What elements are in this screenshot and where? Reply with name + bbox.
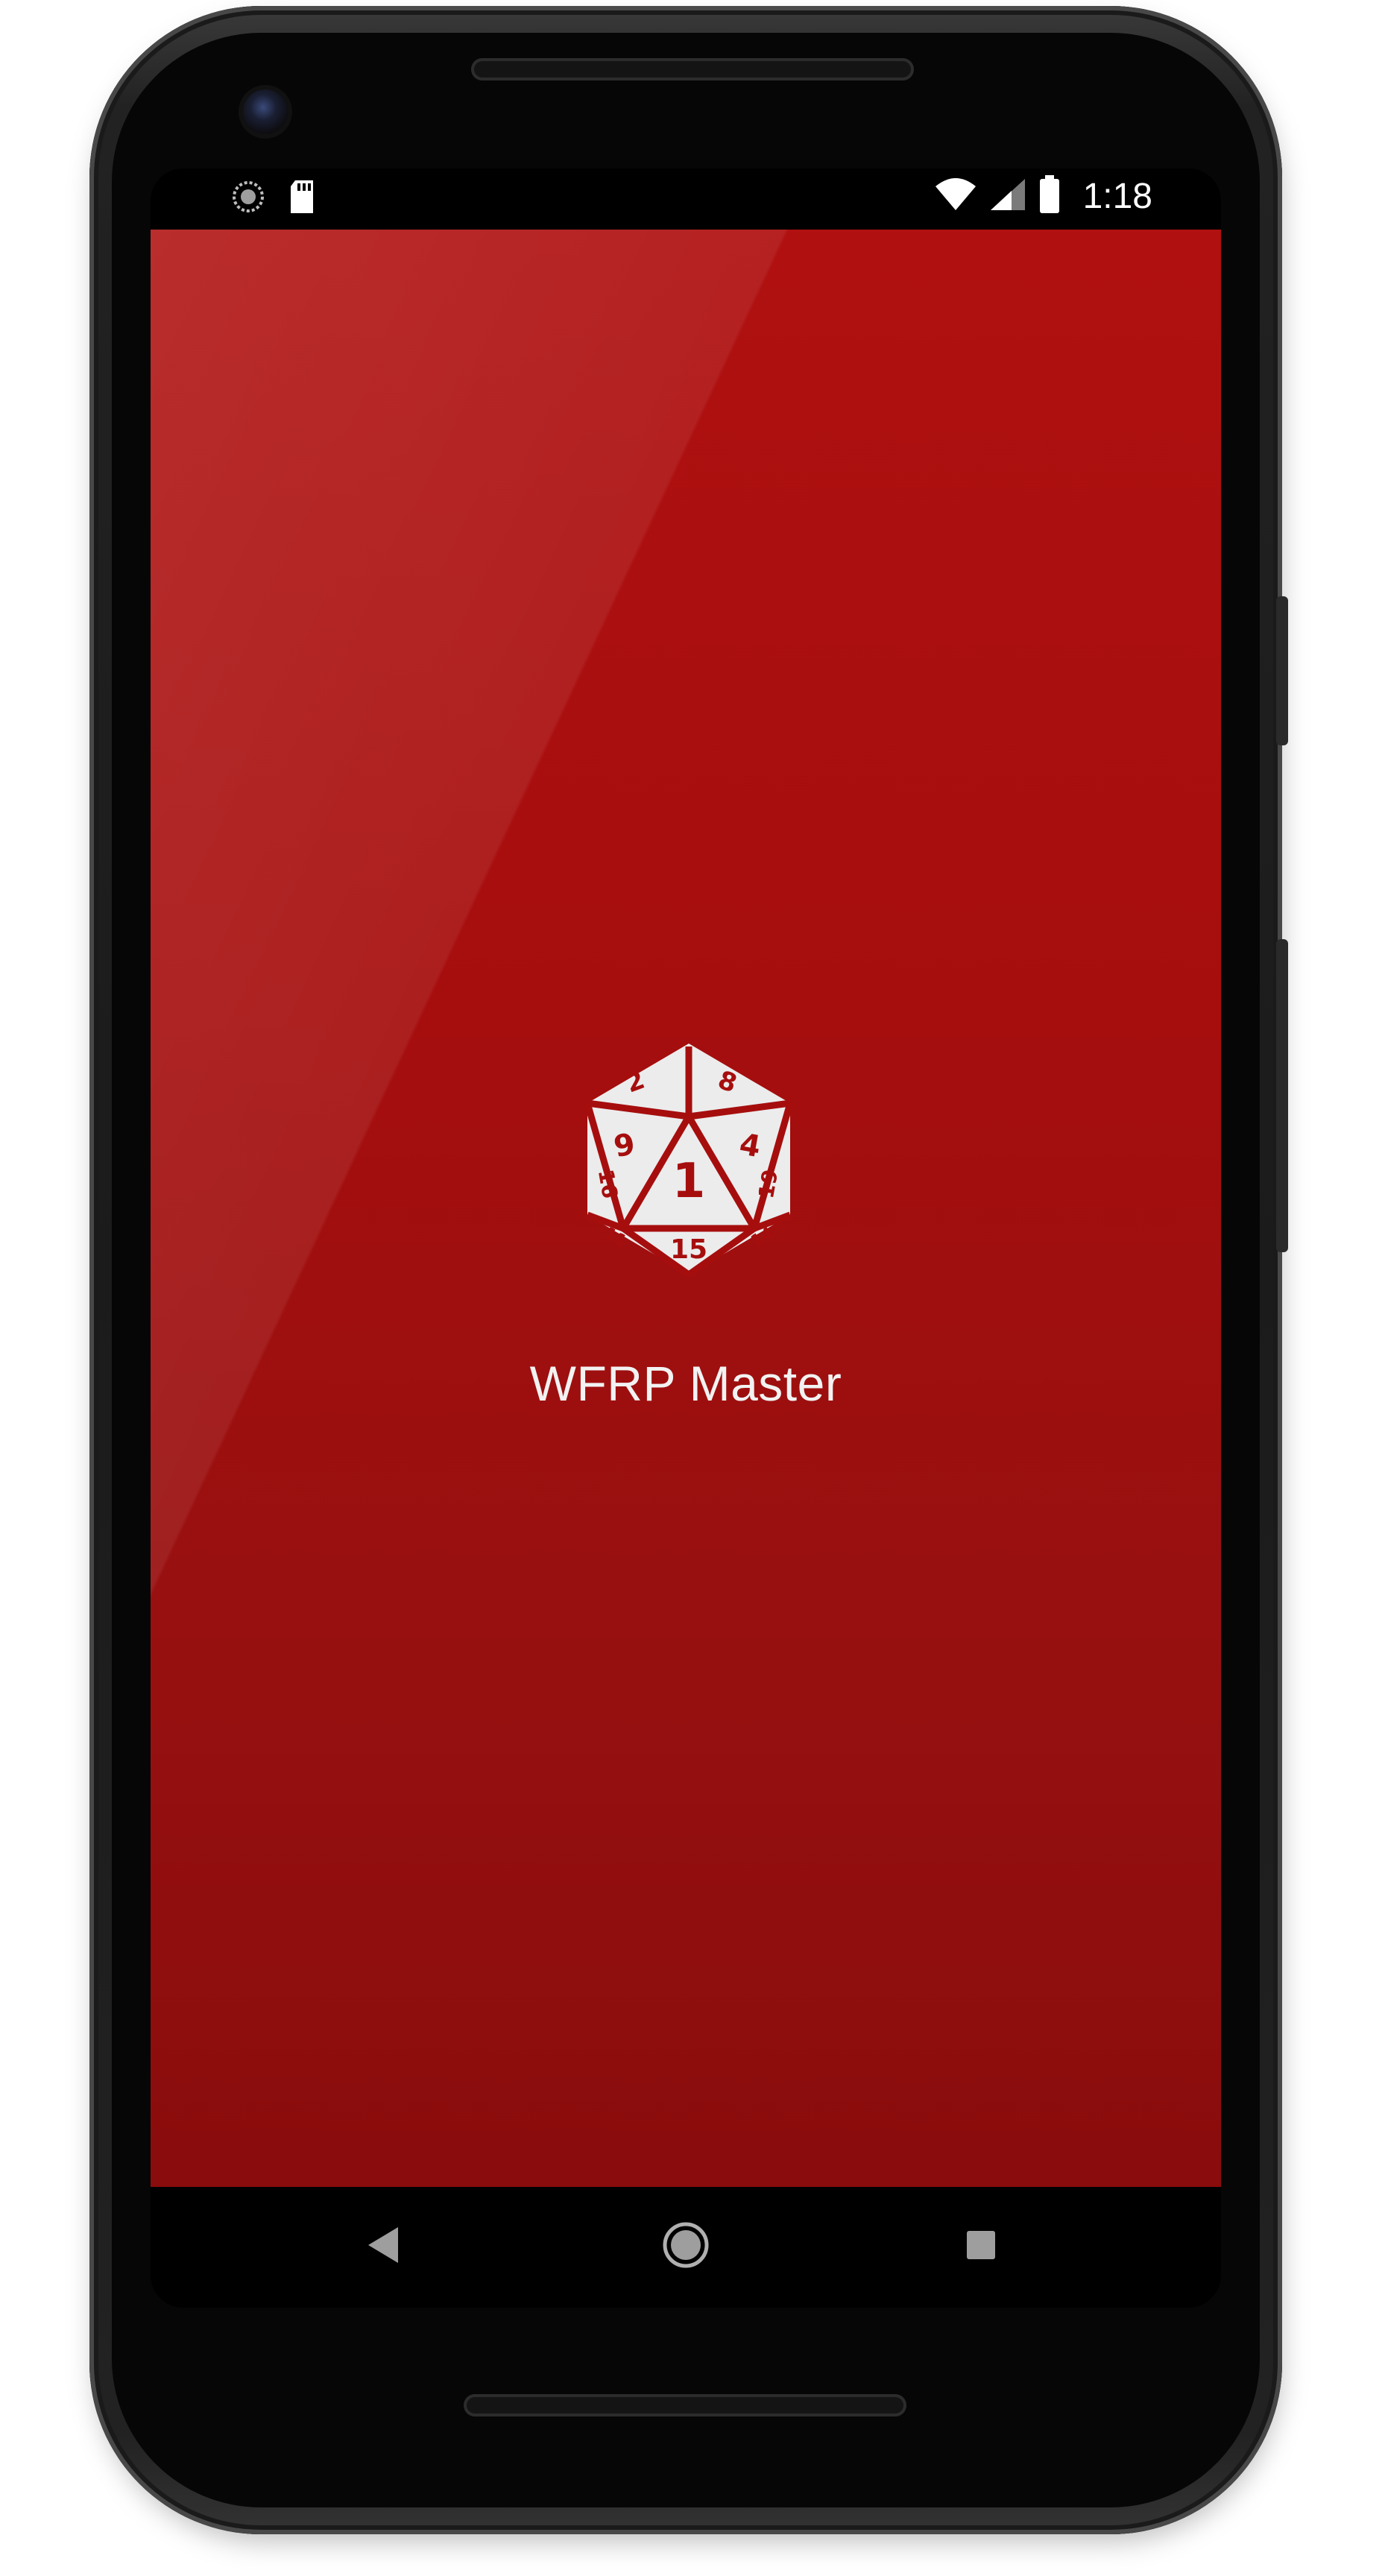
navigation-bar [151,2187,1221,2308]
wifi-icon [934,177,977,215]
back-button[interactable] [346,2209,420,2284]
svg-text:15: 15 [670,1234,707,1265]
back-icon [365,2226,401,2267]
power-button [1276,596,1288,745]
sync-icon [231,180,265,217]
top-speaker [471,58,914,80]
screen: 1:18 1 2 8 9 4 16 19 15 11 14 WFRP Maste… [151,168,1221,2308]
volume-button [1276,939,1288,1252]
signal-icon [989,177,1026,215]
status-time: 1:18 [1082,176,1152,216]
svg-text:1: 1 [672,1154,706,1209]
home-icon [661,2220,710,2273]
status-right-icons: 1:18 [934,174,1152,218]
sd-card-icon [288,179,316,218]
d20-dice-icon: 1 2 8 9 4 16 19 15 11 14 [580,1044,798,1282]
status-bar: 1:18 [151,168,1221,230]
svg-text:19: 19 [754,1167,783,1200]
battery-icon [1038,174,1061,218]
recents-icon [965,2229,997,2264]
recents-button[interactable] [944,2209,1018,2284]
svg-text:16: 16 [593,1167,622,1200]
bottom-speaker [464,2394,906,2416]
app-title: WFRP Master [529,1356,842,1411]
device-screenshot: 1:18 1 2 8 9 4 16 19 15 11 14 WFRP Maste… [0,0,1385,2576]
splash-screen: 1 2 8 9 4 16 19 15 11 14 WFRP Master [151,230,1221,2187]
front-camera [243,89,288,134]
status-left-icons [231,179,316,218]
home-button[interactable] [649,2209,723,2284]
